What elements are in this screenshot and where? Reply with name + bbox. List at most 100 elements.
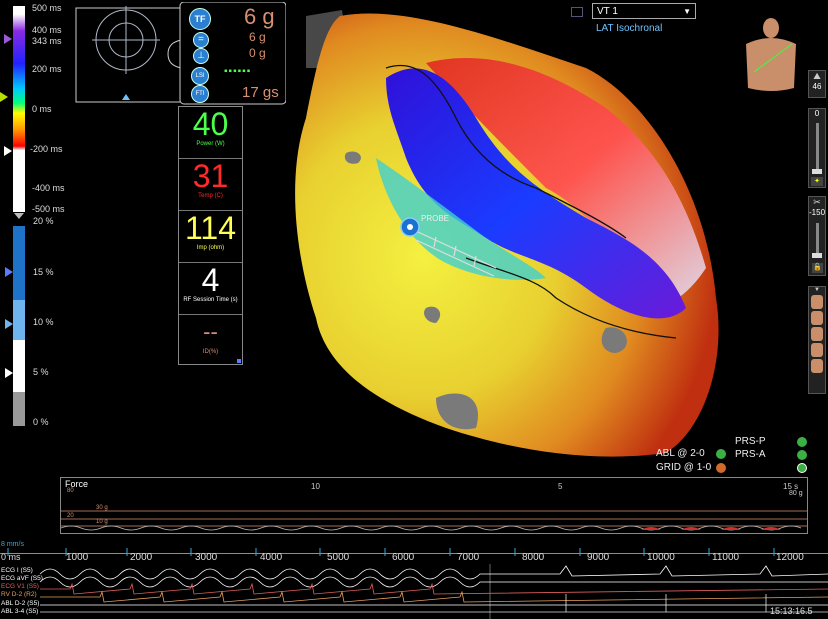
legend-dot-prs-a[interactable] <box>797 450 807 460</box>
lock-icon[interactable]: 🔓 <box>812 263 823 273</box>
ecg-time-tick: 1000 <box>66 552 89 563</box>
fti-readout: 17 gs <box>242 84 279 101</box>
ecg-time-tick: 11000 <box>712 552 740 563</box>
lat-map-view[interactable]: PROBE <box>286 8 726 464</box>
lat-tick: 0 ms <box>32 104 52 114</box>
lsi-progress-dots: ▪▪▪▪▪▪ <box>224 66 252 77</box>
rf-panel: 40 Power (W) 31 Temp (C) 114 Imp (ohm) 4… <box>178 106 243 365</box>
ecg-channel-label[interactable]: ABL D-2 (S5) <box>1 600 39 607</box>
legend-label-prs-a: PRS-A <box>735 449 766 460</box>
force-percent-scale: 20 % 15 % 10 % 5 % 0 % <box>0 216 60 430</box>
force-upper-marker[interactable] <box>5 267 13 277</box>
temp-value: 31 <box>192 158 229 194</box>
legend-label-prs-p: PRS-P <box>735 436 766 447</box>
equals-icon[interactable]: = <box>193 32 209 48</box>
force-pct-tick: 10 % <box>33 317 54 327</box>
ecg-speed-label: 8 mm/s <box>1 541 24 548</box>
chevron-down-icon[interactable]: ▼ <box>809 287 825 293</box>
tf-button[interactable]: TF <box>189 8 211 30</box>
clip-slider[interactable]: ✂ -150 🔓 <box>808 196 826 276</box>
force-pct-tick: 0 % <box>33 417 49 427</box>
power-value: 40 <box>192 106 229 142</box>
catheter-widget: TF = ⊥ LSI FTI 6 g 6 g 0 g ▪▪▪▪▪▪ 17 gs <box>64 1 287 106</box>
lat-top-marker[interactable] <box>4 34 12 44</box>
view-preset-1-icon[interactable] <box>811 295 823 309</box>
catheter-label: PROBE <box>421 214 449 223</box>
map-selector-dropdown[interactable]: VT 1 ▼ <box>592 3 696 19</box>
legend-label-grid: GRID @ 1-0 <box>656 462 712 473</box>
force-min-marker[interactable] <box>5 368 13 378</box>
lat-tick: -200 ms <box>30 144 63 154</box>
lat-bottom-marker[interactable] <box>4 146 12 156</box>
ecg-time-tick: 2000 <box>130 552 153 563</box>
torso-orientation-icon[interactable] <box>740 14 802 92</box>
ecg-time-tick: 9000 <box>587 552 610 563</box>
power-label: Power (W) <box>196 141 225 147</box>
impedance-value: 114 <box>184 210 236 246</box>
temp-label: Temp (C) <box>198 193 223 199</box>
force-readout-b: 0 g <box>249 46 266 60</box>
lat-tick: -400 ms <box>32 183 65 193</box>
ecg-time-tick: 3000 <box>195 552 218 563</box>
lat-scale-down-arrow[interactable] <box>14 213 24 219</box>
lat-color-scale: 500 ms 400 ms 343 ms 200 ms 0 ms -200 ms… <box>0 0 65 220</box>
ecg-time-tick: 7000 <box>457 552 480 563</box>
legend-dot-abl[interactable] <box>716 449 726 459</box>
force-pct-tick: 5 % <box>33 367 49 377</box>
lat-tick: 200 ms <box>32 64 62 74</box>
force-readout-a: 6 g <box>249 30 266 44</box>
force-trend-plot <box>61 510 807 531</box>
chevron-down-icon: ▼ <box>683 7 691 16</box>
ecg-time-tick: 5000 <box>327 552 350 563</box>
view-preset-5-icon[interactable] <box>811 359 823 373</box>
ecg-clock: 15:13:16.5 <box>770 606 813 616</box>
legend-dot-prs-p[interactable] <box>797 437 807 447</box>
opacity-slider[interactable]: 0 ✦ <box>808 108 826 188</box>
clip-slider-value: -150 <box>809 208 826 217</box>
lat-tick: -500 ms <box>32 204 65 214</box>
fti-button[interactable]: FTI <box>191 85 209 103</box>
map-select-icon[interactable] <box>571 7 583 17</box>
ecg-channel-label[interactable]: ECG aVF (S5) <box>1 575 43 582</box>
catheter-tip-center <box>407 224 413 230</box>
ecg-start-label: 0 ms <box>1 552 21 562</box>
view-preset-3-icon[interactable] <box>811 327 823 341</box>
ecg-strip[interactable]: 8 mm/s 0 ms 1000 2000 3000 4000 5000 600… <box>0 538 828 619</box>
lsi-button[interactable]: LSI <box>191 67 209 85</box>
ecg-time-tick: 10000 <box>647 552 675 563</box>
force-pct-tick: 20 % <box>33 216 54 226</box>
force-trend-panel: Force 80 10 5 15 s 80 g 30 g 20 10 g <box>60 477 808 534</box>
view-preset-2-icon[interactable] <box>811 311 823 325</box>
pin-icon[interactable]: ⊥ <box>193 48 209 64</box>
ecg-time-tick: 4000 <box>260 552 283 563</box>
mountain-view-button[interactable]: ⛰ 46 <box>808 70 826 98</box>
legend-label-abl: ABL @ 2-0 <box>656 448 705 459</box>
id-value: -- <box>203 319 218 344</box>
ecg-channel-label[interactable]: ECG V1 (S5) <box>1 583 39 590</box>
lat-tick: 343 ms <box>32 36 62 46</box>
ecg-time-tick: 8000 <box>522 552 545 563</box>
ecg-channel-label[interactable]: ABL 3-4 (S5) <box>1 608 38 615</box>
view-presets-panel: ▼ <box>808 286 826 394</box>
legend-dot-grid[interactable] <box>716 463 726 473</box>
rf-session-label: RF Session Time (s) <box>183 297 238 303</box>
view-preset-4-icon[interactable] <box>811 343 823 357</box>
rf-session-value: 4 <box>201 262 220 298</box>
ecg-time-tick: 6000 <box>392 552 415 563</box>
map-selector-value: VT 1 <box>597 6 618 17</box>
ecg-traces <box>39 564 828 619</box>
lat-mid-marker[interactable] <box>0 92 8 102</box>
force-readout: 6 g <box>244 4 275 29</box>
lat-tick: 500 ms <box>32 3 62 13</box>
ecg-channel-label[interactable]: RV D-2 (R2) <box>1 591 37 598</box>
lat-tick: 400 ms <box>32 25 62 35</box>
slider-top-value: 0 <box>814 109 820 118</box>
lat-color-bar <box>13 6 25 212</box>
legend-expand-button[interactable] <box>797 463 807 473</box>
id-label: ID(%) <box>202 349 219 355</box>
rf-panel-resize-handle[interactable] <box>237 359 241 363</box>
lat-activation-map[interactable]: PROBE <box>286 8 726 464</box>
map-mode-label: LAT Isochronal <box>596 23 663 34</box>
force-lower-marker[interactable] <box>5 319 13 329</box>
ecg-channel-label[interactable]: ECG I (S5) <box>1 567 33 574</box>
